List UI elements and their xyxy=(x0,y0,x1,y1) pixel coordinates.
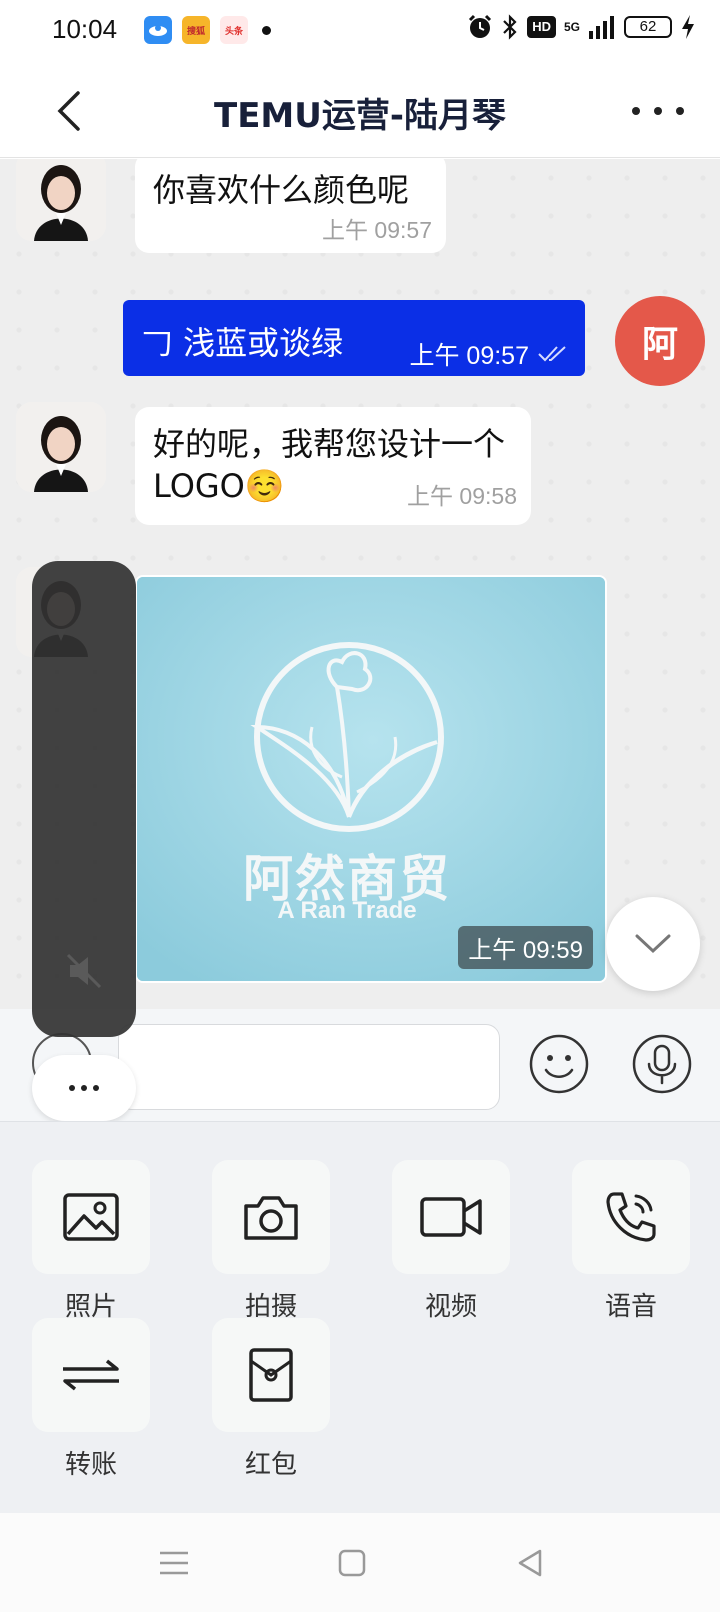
message-text: 𠃌 浅蓝或谈绿 xyxy=(141,324,344,362)
contact-avatar[interactable] xyxy=(16,159,106,241)
mute-icon[interactable] xyxy=(62,949,106,997)
transfer-icon xyxy=(63,1359,119,1391)
system-icons: HD 5G 62 xyxy=(467,14,696,40)
home-button[interactable] xyxy=(334,1545,370,1581)
double-check-icon xyxy=(538,346,566,362)
voice-input-button[interactable] xyxy=(631,1033,693,1095)
menu-icon xyxy=(160,1551,188,1575)
message-text: 你喜欢什么颜色呢 xyxy=(153,171,410,209)
back-nav-button[interactable] xyxy=(512,1545,548,1581)
more-dot-icon xyxy=(632,107,640,115)
tool-camera-box[interactable] xyxy=(212,1160,330,1274)
chat-title: TEMU运营-陆月琴 xyxy=(214,96,506,136)
tool-red-packet[interactable]: 红包 xyxy=(212,1318,330,1481)
tool-label: 红包 xyxy=(244,1450,297,1480)
video-icon xyxy=(420,1197,482,1237)
attachment-tools-panel: 照片 拍摄 视频 语音 转账 红包 xyxy=(0,1121,720,1513)
message-input[interactable] xyxy=(118,1024,500,1110)
incoming-message-bubble[interactable]: 好的呢，我帮您设计一个LOGO☺️ 上午 09:58 xyxy=(135,407,531,525)
woman-portrait-icon xyxy=(16,159,106,241)
contact-avatar[interactable] xyxy=(16,402,106,492)
more-dot-icon xyxy=(69,1085,75,1091)
camera-icon xyxy=(244,1196,298,1240)
battery-indicator: 62 xyxy=(624,16,672,38)
status-time: 10:04 xyxy=(52,14,118,44)
floating-more-button[interactable] xyxy=(32,1055,136,1121)
outgoing-message-bubble[interactable]: 𠃌 浅蓝或谈绿 上午 09:57 xyxy=(123,300,585,376)
more-dot-icon xyxy=(676,107,684,115)
message-time: 上午 09:57 xyxy=(409,342,529,370)
tool-label: 转账 xyxy=(64,1450,117,1480)
more-dot-icon xyxy=(81,1085,87,1091)
hd-icon: HD xyxy=(527,16,556,38)
tool-video[interactable]: 视频 xyxy=(392,1160,510,1323)
tool-voice-call-box[interactable] xyxy=(572,1160,690,1274)
incoming-message-bubble[interactable]: 你喜欢什么颜色呢 上午 09:57 xyxy=(135,159,446,253)
my-avatar[interactable]: 阿 xyxy=(615,296,705,386)
tool-transfer[interactable]: 转账 xyxy=(32,1318,150,1481)
more-dot-icon xyxy=(654,107,662,115)
charging-icon xyxy=(682,15,694,39)
smiley-icon xyxy=(529,1034,589,1094)
tool-photo-box[interactable] xyxy=(32,1160,150,1274)
notification-icons: 搜狐 头条 xyxy=(144,16,271,44)
tool-photo[interactable]: 照片 xyxy=(32,1160,150,1323)
scroll-to-bottom-button[interactable] xyxy=(606,897,700,991)
image-time-badge: 上午 09:59 xyxy=(458,926,593,969)
red-packet-icon xyxy=(249,1348,293,1402)
square-icon xyxy=(338,1549,366,1577)
recent-apps-button[interactable] xyxy=(156,1545,192,1581)
chevron-down-icon xyxy=(635,934,671,954)
more-dot-icon xyxy=(93,1085,99,1091)
tool-transfer-box[interactable] xyxy=(32,1318,150,1432)
emoji-button[interactable] xyxy=(528,1033,590,1095)
tool-camera[interactable]: 拍摄 xyxy=(212,1160,330,1323)
more-notifications-dot xyxy=(262,25,271,35)
sohu-news-icon: 搜狐 xyxy=(182,16,210,44)
logo-english-text: A Ran Trade xyxy=(277,897,417,924)
toutiao-icon: 头条 xyxy=(220,16,248,44)
tool-red-packet-box[interactable] xyxy=(212,1318,330,1432)
tool-voice-call[interactable]: 语音 xyxy=(572,1160,690,1323)
bluetooth-icon xyxy=(503,14,517,40)
status-bar: 10:04 搜狐 头条 HD 5G 62 xyxy=(0,0,720,66)
tool-label: 语音 xyxy=(604,1292,657,1322)
system-navigation-bar xyxy=(0,1513,720,1612)
signal-icon xyxy=(589,16,614,39)
voice-call-icon xyxy=(606,1192,656,1242)
network-type: 5G xyxy=(563,20,580,34)
more-options-button[interactable] xyxy=(632,96,684,126)
triangle-back-icon xyxy=(518,1549,542,1577)
photo-icon xyxy=(63,1193,119,1241)
woman-portrait-icon xyxy=(16,402,106,492)
floating-video-panel[interactable] xyxy=(32,561,136,1037)
microphone-icon xyxy=(632,1034,692,1094)
tool-label: 视频 xyxy=(424,1292,477,1322)
image-message[interactable]: 阿然商贸 A Ran Trade 上午 09:59 xyxy=(135,575,607,983)
tool-video-box[interactable] xyxy=(392,1160,510,1274)
baidu-map-icon xyxy=(144,16,172,44)
message-time: 上午 09:57 xyxy=(322,217,432,243)
chat-header: TEMU运营-陆月琴 xyxy=(0,66,720,158)
message-time: 上午 09:58 xyxy=(407,483,517,509)
alarm-icon xyxy=(469,14,492,38)
